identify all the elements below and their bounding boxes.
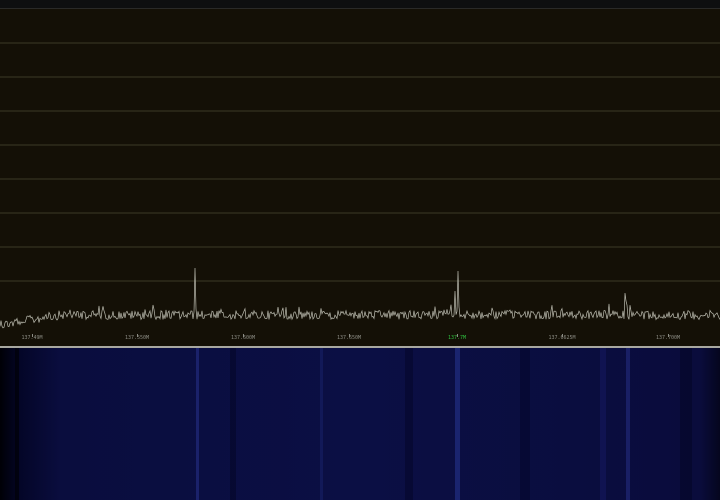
waterfall-streak bbox=[230, 348, 236, 500]
frequency-tick-label: 137.700M bbox=[655, 335, 681, 341]
spectrum-trace bbox=[0, 267, 720, 329]
spectrum-canvas[interactable] bbox=[0, 9, 720, 334]
waterfall-display[interactable] bbox=[0, 348, 720, 500]
waterfall-streak bbox=[626, 348, 630, 500]
waterfall-streak bbox=[405, 348, 413, 500]
waterfall-streak bbox=[320, 348, 323, 500]
waterfall-streak bbox=[455, 348, 460, 500]
frequency-tick-label: 137.550M bbox=[124, 335, 150, 341]
frequency-axis[interactable]: 137.49M 137.550M 137.600M 137.650M 137.7… bbox=[0, 334, 720, 346]
sdr-receiver-window: 137.49M 137.550M 137.600M 137.650M 137.7… bbox=[0, 0, 720, 500]
waterfall-streak bbox=[196, 348, 199, 500]
spectrum-plot[interactable] bbox=[0, 9, 720, 334]
waterfall-streak bbox=[15, 348, 19, 500]
frequency-tick-label: 137.6625M bbox=[548, 335, 576, 341]
waterfall-streak bbox=[520, 348, 530, 500]
waterfall-streak bbox=[680, 348, 692, 500]
center-frequency-label: 137.7M bbox=[447, 335, 467, 341]
frequency-tick-label: 137.600M bbox=[230, 335, 256, 341]
top-toolbar bbox=[0, 0, 720, 9]
waterfall-streak bbox=[600, 348, 606, 500]
frequency-tick-label: 137.49M bbox=[21, 335, 43, 341]
frequency-tick-label: 137.650M bbox=[336, 335, 362, 341]
